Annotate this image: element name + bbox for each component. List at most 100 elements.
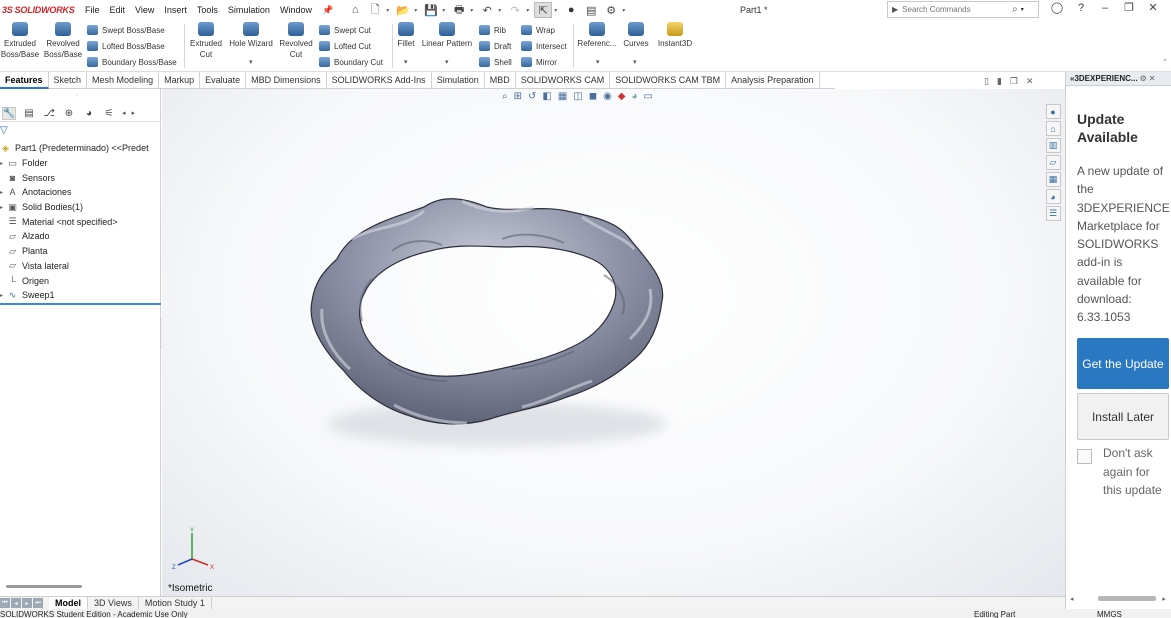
hole-wizard-button[interactable]: Hole Wizard xyxy=(228,22,274,49)
tab-markup[interactable]: Markup xyxy=(159,72,201,89)
chevron-down-icon[interactable]: ▾ xyxy=(414,7,420,14)
extruded-boss-button[interactable]: Extruded Boss/Base xyxy=(1,22,39,60)
chevron-down-icon[interactable]: ▾ xyxy=(249,58,253,66)
dont-ask-checkbox[interactable] xyxy=(1077,449,1092,464)
boundary-boss-button[interactable]: Boundary Boss/Base xyxy=(87,55,177,69)
tab-mbd[interactable]: MBD xyxy=(485,72,516,89)
menu-edit[interactable]: Edit xyxy=(105,5,131,15)
tab-solidworks-add-ins[interactable]: SOLIDWORKS Add-Ins xyxy=(327,72,432,89)
close-icon[interactable]: ✕ xyxy=(1144,1,1162,14)
scroll-thumb[interactable] xyxy=(1097,596,1157,601)
chevron-down-icon[interactable]: ▾ xyxy=(445,58,449,66)
rollback-bar[interactable] xyxy=(0,303,161,305)
home-icon[interactable]: ⌂ xyxy=(346,2,364,18)
tab-solidworks-cam[interactable]: SOLIDWORKS CAM xyxy=(516,72,611,89)
panel-settings-icon[interactable]: ⚙ xyxy=(1140,74,1147,83)
menu-tools[interactable]: Tools xyxy=(192,5,223,15)
restore-icon[interactable]: ❐ xyxy=(1120,1,1138,14)
boundary-cut-button[interactable]: Boundary Cut xyxy=(319,55,383,69)
expand-arrow-icon[interactable]: ▸ xyxy=(0,160,7,167)
fillet-button[interactable]: Fillet xyxy=(394,22,418,49)
tree-item-top-plane[interactable]: ▱ Planta xyxy=(0,244,161,259)
property-manager-tab-icon[interactable]: ▤ xyxy=(22,107,36,120)
wrap-button[interactable]: Wrap xyxy=(521,23,555,37)
draft-button[interactable]: Draft xyxy=(479,39,511,53)
tree-item-front-plane[interactable]: ▱ Alzado xyxy=(0,229,161,244)
tab-mesh-modeling[interactable]: Mesh Modeling xyxy=(87,72,160,89)
split-icon[interactable]: ▮ xyxy=(997,76,1002,87)
chevron-down-icon[interactable]: ▾ xyxy=(622,7,628,14)
rib-button[interactable]: Rib xyxy=(479,23,506,37)
expand-arrow-icon[interactable]: ▸ xyxy=(0,292,7,299)
chevron-down-icon[interactable]: ▾ xyxy=(386,7,392,14)
tree-item-part-root[interactable]: ◈ Part1 (Predeterminado) <<Predet xyxy=(0,141,161,156)
traffic-light-icon[interactable]: ● xyxy=(562,2,580,18)
scroll-left-icon[interactable]: ◂ xyxy=(1070,595,1078,603)
tab-evaluate[interactable]: Evaluate xyxy=(200,72,247,89)
filter-icon[interactable]: ▽ xyxy=(0,125,8,136)
panel-horizontal-scrollbar[interactable]: ◂ ▸ xyxy=(1070,594,1170,603)
design-library-icon[interactable]: ▥ xyxy=(1045,138,1061,153)
restore-document-icon[interactable]: ❐ xyxy=(1010,76,1018,87)
solidworks-resources-icon[interactable]: ⌂ xyxy=(1045,121,1061,136)
intersect-button[interactable]: Intersect xyxy=(521,39,567,53)
redo-icon[interactable]: ↷ xyxy=(506,2,524,18)
tree-horizontal-scrollbar[interactable] xyxy=(6,585,82,588)
close-document-icon[interactable]: ✕ xyxy=(1026,76,1034,87)
options-gear-icon[interactable]: ⚙ xyxy=(602,2,620,18)
graphics-area[interactable]: ⌕ ⊞ ↺ ◧ ▦ ◫ ◼ ◉ ◆ ◕ ▭ Y X Z *Isometric xyxy=(162,89,1065,596)
file-explorer-icon[interactable]: ▱ xyxy=(1045,155,1061,170)
view-palette-icon[interactable]: ▦ xyxy=(1045,172,1061,187)
chevron-down-icon[interactable]: ▾ xyxy=(404,58,408,66)
3dexperience-icon[interactable]: ● xyxy=(1045,104,1061,119)
save-icon[interactable]: 💾 xyxy=(422,2,440,18)
chevron-down-icon[interactable]: ▾ xyxy=(596,58,600,66)
swept-boss-button[interactable]: Swept Boss/Base xyxy=(87,23,165,37)
chevron-down-icon[interactable]: ▾ xyxy=(442,7,448,14)
expand-arrow-icon[interactable]: ▸ xyxy=(0,189,7,196)
appearances-icon[interactable]: ◕ xyxy=(1045,189,1061,204)
user-account-icon[interactable]: ◯ xyxy=(1048,1,1066,14)
tree-item-right-plane[interactable]: ▱ Vista lateral xyxy=(0,259,161,274)
tab-features[interactable]: Features xyxy=(0,72,49,89)
tree-item-sweep1[interactable]: ▸ ∿ Sweep1 xyxy=(0,288,161,303)
chevron-down-icon[interactable]: ▾ xyxy=(633,58,637,66)
mirror-button[interactable]: Mirror xyxy=(521,55,557,69)
menu-insert[interactable]: Insert xyxy=(159,5,192,15)
last-tab-icon[interactable]: ⏭ xyxy=(33,598,43,608)
help-icon[interactable]: ? xyxy=(1072,2,1090,14)
solidworks-logo[interactable]: 3S SOLIDWORKS xyxy=(0,5,80,15)
cam-manager-tab-icon[interactable]: ⚟ xyxy=(102,107,116,120)
previous-tab-icon[interactable]: ◂ xyxy=(11,598,21,608)
tree-item-solid-bodies[interactable]: ▸ ▣ Solid Bodies(1) xyxy=(0,200,161,215)
undo-icon[interactable]: ↶ xyxy=(478,2,496,18)
open-icon[interactable]: 📂 xyxy=(394,2,412,18)
swept-cut-button[interactable]: Swept Cut xyxy=(319,23,371,37)
menu-simulation[interactable]: Simulation xyxy=(223,5,275,15)
select-arrow-icon[interactable]: ⇱ xyxy=(534,2,553,18)
configuration-manager-tab-icon[interactable]: ⎇ xyxy=(42,107,56,120)
tab-solidworks-cam-tbm[interactable]: SOLIDWORKS CAM TBM xyxy=(610,72,727,89)
menu-file[interactable]: File xyxy=(80,5,105,15)
tree-item-sensors[interactable]: ◙ Sensors xyxy=(0,170,161,185)
pin-icon[interactable]: 📌 xyxy=(317,5,338,16)
tree-item-annotations[interactable]: ▸ A Anotaciones xyxy=(0,185,161,200)
chevron-down-icon[interactable]: ▾ xyxy=(554,7,560,14)
new-document-icon[interactable]: 🗋 xyxy=(366,2,384,18)
panel-pin-icon[interactable]: ✕ xyxy=(1149,74,1156,83)
tree-item-origin[interactable]: └ Origen xyxy=(0,273,161,288)
chevron-down-icon[interactable]: ▾ xyxy=(526,7,532,14)
search-input[interactable] xyxy=(902,5,1013,14)
minimize-icon[interactable]: – xyxy=(1096,2,1114,14)
tab-model[interactable]: Model xyxy=(49,596,88,610)
tab-mbd-dimensions[interactable]: MBD Dimensions xyxy=(246,72,327,89)
revolved-boss-button[interactable]: Revolved Boss/Base xyxy=(44,22,82,60)
extruded-cut-button[interactable]: Extruded Cut xyxy=(188,22,224,60)
reference-geometry-button[interactable]: Referenc... xyxy=(576,22,618,49)
menu-window[interactable]: Window xyxy=(275,5,317,15)
get-update-button[interactable]: Get the Update xyxy=(1077,338,1169,389)
tab-3d-views[interactable]: 3D Views xyxy=(88,596,139,610)
chevron-down-icon[interactable]: ▾ xyxy=(498,7,504,14)
search-commands-box[interactable]: ▶ ⌕ ▾ xyxy=(887,1,1039,18)
linear-pattern-button[interactable]: Linear Pattern xyxy=(420,22,474,49)
